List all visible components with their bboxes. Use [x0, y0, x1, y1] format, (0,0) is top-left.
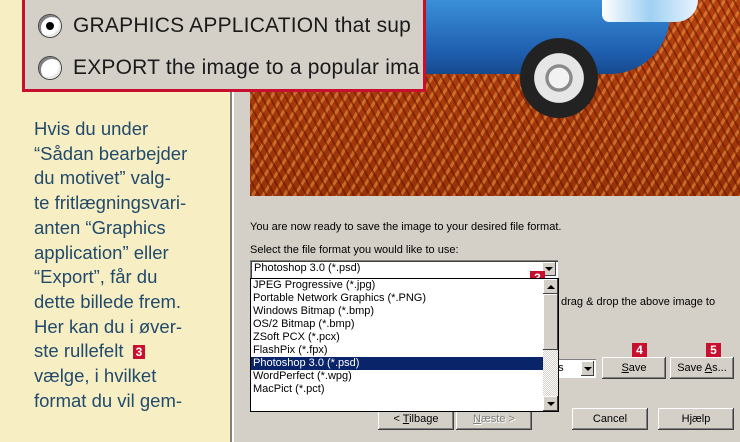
chevron-down-icon: [583, 366, 592, 371]
article-paragraph-continued: vælge, i hvilket format du vil gem-: [34, 365, 183, 411]
save-as-prefix: Save: [677, 362, 705, 374]
select-dropdown-button[interactable]: [581, 361, 594, 376]
chevron-down-icon: [545, 267, 553, 271]
chevron-down-icon: [546, 401, 555, 406]
save-as-button[interactable]: Save As...: [670, 357, 734, 379]
save-as-mnemonic: A: [704, 362, 713, 374]
next-button-label: Næste >: [473, 413, 515, 425]
cancel-button-label: Cancel: [592, 413, 628, 425]
save-button[interactable]: Save: [602, 357, 666, 379]
file-format-value: Photoshop 3.0 (*.psd): [254, 262, 361, 274]
help-button[interactable]: Hjælp: [658, 408, 734, 430]
callout-badge-save: 4: [632, 343, 647, 358]
format-option[interactable]: JPEG Progressive (*.jpg): [251, 279, 558, 292]
save-button-label: Save: [621, 362, 646, 374]
save-label-rest: ave: [628, 362, 647, 374]
radio-option-graphics[interactable]: GRAPHICS APPLICATION that sup: [39, 8, 411, 44]
format-option[interactable]: Portable Network Graphics (*.PNG): [251, 292, 558, 305]
radio-button-unchecked-icon[interactable]: [39, 57, 61, 79]
file-format-select[interactable]: Photoshop 3.0 (*.psd): [250, 260, 558, 278]
chevron-up-icon: [546, 284, 555, 289]
scroll-up-button[interactable]: [543, 279, 558, 294]
file-format-dropdown-list[interactable]: JPEG Progressive (*.jpg) Portable Network…: [250, 278, 559, 412]
car-windshield: [602, 0, 698, 22]
format-option[interactable]: Photoshop 3.0 (*.psd): [251, 357, 558, 370]
select-format-label: Select the file format you would like to…: [250, 244, 459, 256]
car-wheel: [520, 38, 598, 118]
radio-label: GRAPHICS APPLICATION that sup: [73, 14, 412, 37]
back-label-rest: ilbage: [409, 413, 439, 425]
format-option[interactable]: Windows Bitmap (*.bmp): [251, 305, 558, 318]
ready-text: You are now ready to save the image to y…: [250, 221, 562, 233]
radio-option-export[interactable]: EXPORT the image to a popular ima: [39, 50, 420, 86]
back-prefix: <: [393, 413, 403, 425]
cancel-button[interactable]: Cancel: [572, 408, 648, 430]
article-paragraph: Hvis du under “Sådan bearbejder du motiv…: [34, 118, 188, 362]
scroll-down-button[interactable]: [543, 396, 558, 411]
format-option[interactable]: ZSoft PCX (*.pcx): [251, 331, 558, 344]
article-text: Hvis du under “Sådan bearbejder du motiv…: [34, 117, 229, 413]
format-option[interactable]: WordPerfect (*.wpg): [251, 370, 558, 383]
radio-button-checked-icon[interactable]: [39, 15, 61, 37]
next-label-rest: æste >: [481, 413, 515, 425]
save-as-button-label: Save As...: [677, 362, 727, 374]
save-as-label-rest: s...: [712, 362, 727, 374]
drag-drop-text: drag & drop the above image to: [561, 296, 716, 308]
callout-badge-save-as: 5: [706, 343, 721, 358]
dropdown-scrollbar[interactable]: [543, 279, 558, 411]
reference-badge: 3: [132, 345, 146, 360]
format-option[interactable]: MacPict (*.pct): [251, 383, 558, 396]
radio-options-callout: GRAPHICS APPLICATION that sup EXPORT the…: [22, 0, 426, 92]
help-button-label: Hjælp: [681, 413, 711, 425]
save-mnemonic: S: [621, 362, 629, 374]
next-mnemonic: N: [473, 413, 481, 425]
format-option[interactable]: OS/2 Bitmap (*.bmp): [251, 318, 558, 331]
radio-label: EXPORT the image to a popular ima: [73, 56, 420, 79]
format-option[interactable]: FlashPix (*.fpx): [251, 344, 558, 357]
scroll-thumb[interactable]: [543, 294, 558, 350]
back-button-label: < Tilbage: [394, 413, 439, 425]
